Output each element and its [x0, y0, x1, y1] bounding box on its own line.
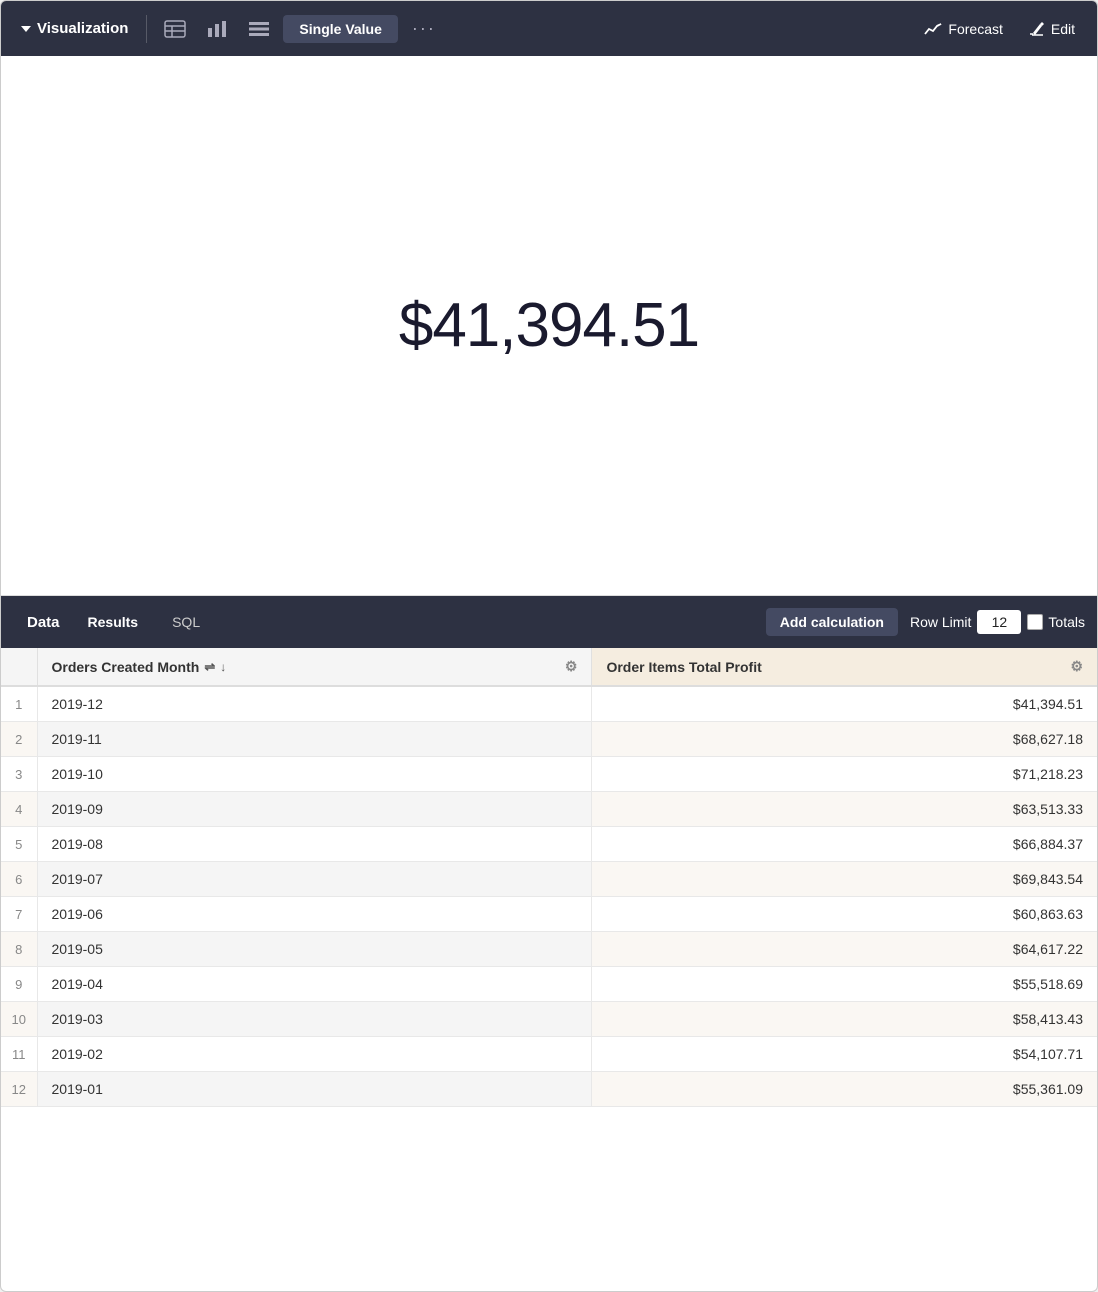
data-toolbar: Data Results SQL Add calculation Row Lim… [1, 596, 1097, 648]
visualization-label: Visualization [37, 20, 128, 37]
profit-cell: $69,843.54 [592, 862, 1097, 897]
edit-label: Edit [1051, 21, 1075, 37]
pivot-icon: ⇌ [204, 659, 215, 675]
data-toggle[interactable]: Data [13, 608, 68, 637]
edit-icon [1029, 21, 1045, 37]
forecast-label: Forecast [948, 21, 1002, 37]
bar-chart-icon [206, 20, 228, 38]
row-limit-label: Row Limit [910, 614, 971, 630]
date-cell: 2019-10 [37, 757, 592, 792]
date-cell: 2019-07 [37, 862, 592, 897]
date-cell: 2019-06 [37, 897, 592, 932]
more-options-button[interactable]: ··· [404, 13, 444, 44]
top-toolbar: Visualization [1, 1, 1097, 56]
row-number: 11 [1, 1037, 37, 1072]
table-body: 1 2019-12 $41,394.51 2 2019-11 $68,627.1… [1, 686, 1097, 1107]
table-header-row: Orders Created Month ⇌ ↓ ⚙ Order Items O… [1, 648, 1097, 686]
row-number: 9 [1, 967, 37, 1002]
bar-chart-button[interactable] [199, 15, 235, 43]
totals-label: Totals [1027, 614, 1085, 630]
row-number: 7 [1, 897, 37, 932]
table-icon [164, 20, 186, 38]
toolbar-divider [146, 15, 147, 43]
profit-cell: $54,107.71 [592, 1037, 1097, 1072]
date-cell: 2019-09 [37, 792, 592, 827]
list-view-button[interactable] [241, 15, 277, 43]
profit-cell: $68,627.18 [592, 722, 1097, 757]
edit-button[interactable]: Edit [1019, 15, 1085, 43]
visualization-toggle[interactable]: Visualization [13, 14, 136, 43]
row-number: 12 [1, 1072, 37, 1107]
data-label: Data [27, 614, 60, 631]
table-row: 6 2019-07 $69,843.54 [1, 862, 1097, 897]
main-container: Visualization [0, 0, 1098, 1292]
add-calculation-button[interactable]: Add calculation [766, 608, 898, 636]
table-row: 4 2019-09 $63,513.33 [1, 792, 1097, 827]
table-row: 8 2019-05 $64,617.22 [1, 932, 1097, 967]
sql-tab[interactable]: SQL [158, 608, 214, 636]
date-cell: 2019-12 [37, 686, 592, 722]
date-cell: 2019-03 [37, 1002, 592, 1037]
single-value-display: $41,394.51 [399, 290, 699, 361]
row-num-header [1, 648, 37, 686]
profit-cell: $41,394.51 [592, 686, 1097, 722]
row-number: 10 [1, 1002, 37, 1037]
forecast-icon [924, 22, 942, 36]
row-number: 2 [1, 722, 37, 757]
table-row: 11 2019-02 $54,107.71 [1, 1037, 1097, 1072]
profit-cell: $55,361.09 [592, 1072, 1097, 1107]
profit-cell: $71,218.23 [592, 757, 1097, 792]
profit-cell: $66,884.37 [592, 827, 1097, 862]
row-number: 6 [1, 862, 37, 897]
col1-settings-icon[interactable]: ⚙ [565, 658, 578, 675]
date-cell: 2019-04 [37, 967, 592, 1002]
profit-col-header[interactable]: Order Items Order Items Total ProfitTota… [592, 648, 1097, 686]
totals-text: Totals [1048, 614, 1085, 630]
chevron-down-icon [21, 26, 31, 32]
visualization-area: $41,394.51 [1, 56, 1097, 596]
table-row: 5 2019-08 $66,884.37 [1, 827, 1097, 862]
col2-header-text: Order Items Order Items Total ProfitTota… [606, 659, 761, 675]
row-number: 5 [1, 827, 37, 862]
sort-icon: ↓ [220, 660, 226, 674]
profit-cell: $60,863.63 [592, 897, 1097, 932]
forecast-button[interactable]: Forecast [914, 15, 1012, 43]
table-row: 3 2019-10 $71,218.23 [1, 757, 1097, 792]
table-row: 7 2019-06 $60,863.63 [1, 897, 1097, 932]
table-row: 10 2019-03 $58,413.43 [1, 1002, 1097, 1037]
table-view-button[interactable] [157, 15, 193, 43]
list-icon [248, 20, 270, 38]
profit-cell: $55,518.69 [592, 967, 1097, 1002]
single-value-tab[interactable]: Single Value [283, 15, 397, 43]
date-cell: 2019-01 [37, 1072, 592, 1107]
table-row: 12 2019-01 $55,361.09 [1, 1072, 1097, 1107]
profit-cell: $58,413.43 [592, 1002, 1097, 1037]
table-row: 9 2019-04 $55,518.69 [1, 967, 1097, 1002]
date-cell: 2019-02 [37, 1037, 592, 1072]
col1-header-bold: Orders Created Month [52, 659, 200, 675]
date-cell: 2019-05 [37, 932, 592, 967]
profit-cell: $63,513.33 [592, 792, 1097, 827]
row-number: 4 [1, 792, 37, 827]
row-number: 3 [1, 757, 37, 792]
row-limit-input[interactable] [977, 610, 1021, 634]
date-cell: 2019-11 [37, 722, 592, 757]
date-cell: 2019-08 [37, 827, 592, 862]
row-number: 1 [1, 686, 37, 722]
table-wrapper: Orders Created Month ⇌ ↓ ⚙ Order Items O… [1, 648, 1097, 1291]
row-number: 8 [1, 932, 37, 967]
profit-cell: $64,617.22 [592, 932, 1097, 967]
data-table: Orders Created Month ⇌ ↓ ⚙ Order Items O… [1, 648, 1097, 1107]
col2-settings-icon[interactable]: ⚙ [1070, 658, 1083, 675]
results-tab[interactable]: Results [74, 608, 153, 636]
date-col-header[interactable]: Orders Created Month ⇌ ↓ ⚙ [37, 648, 592, 686]
totals-checkbox[interactable] [1027, 614, 1043, 630]
table-row: 1 2019-12 $41,394.51 [1, 686, 1097, 722]
table-row: 2 2019-11 $68,627.18 [1, 722, 1097, 757]
